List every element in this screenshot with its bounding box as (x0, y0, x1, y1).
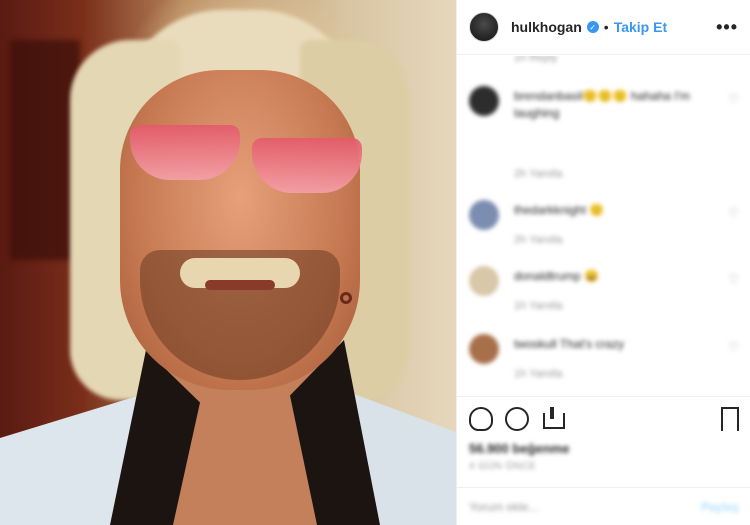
photo-mouth (205, 280, 275, 290)
username-link[interactable]: hulkhogan (511, 19, 582, 35)
comment-input[interactable]: Yorum ekle... (469, 500, 539, 514)
comment-text: thedarkknight 🙂 (514, 203, 605, 217)
comment-avatar[interactable] (469, 200, 499, 230)
profile-avatar[interactable] (469, 12, 499, 42)
comment-like-icon[interactable]: ♡ (728, 92, 739, 106)
more-options-icon[interactable]: ••• (716, 17, 738, 38)
follow-button[interactable]: Takip Et (614, 19, 667, 35)
share-icon[interactable] (541, 407, 565, 431)
action-icons (469, 407, 565, 431)
comment-avatar[interactable] (469, 334, 499, 364)
like-count[interactable]: 56.900 beğenme (469, 441, 569, 456)
comment-text: twoskull That's crazy (514, 337, 625, 351)
comment-icon[interactable] (505, 407, 529, 431)
post-date: 4 GÜN ÖNCE (469, 461, 537, 472)
comment-meta: 1h Reply (514, 56, 558, 64)
earring (340, 292, 352, 304)
post-comment-button[interactable]: Paylaş (701, 500, 739, 514)
comment-text: brendanbasil🙂🙂🙂 hahaha I'm laughing (514, 89, 690, 120)
post-photo[interactable] (0, 0, 456, 525)
sunglasses-lens-right (252, 138, 362, 193)
bookmark-icon[interactable] (721, 407, 739, 431)
add-comment-bar: Yorum ekle... Paylaş (457, 487, 750, 525)
post-sidebar: hulkhogan ✓ • Takip Et ••• 1h Reply bren… (456, 0, 750, 525)
comment-avatar[interactable] (469, 266, 499, 296)
comment-meta: 2h Yanıtla (514, 168, 563, 180)
comment-like-icon[interactable]: ♡ (728, 272, 739, 286)
comment-meta: 2h Yanıtla (514, 234, 563, 246)
verified-badge-icon: ✓ (586, 21, 599, 33)
separator-dot: • (603, 19, 609, 35)
comment-like-icon[interactable]: ♡ (728, 340, 739, 354)
comments-list[interactable]: 1h Reply brendanbasil🙂🙂🙂 hahaha I'm laug… (457, 56, 750, 396)
comment-item: 1h Reply (469, 56, 739, 70)
post-header: hulkhogan ✓ • Takip Et ••• (457, 0, 750, 55)
comment-item: donaldtrump 😄 1h Yanıtla ♡ (469, 266, 739, 321)
comment-item: brendanbasil🙂🙂🙂 hahaha I'm laughing 2h Y… (469, 86, 739, 186)
comment-meta: 1h Yanıtla (514, 368, 563, 380)
comment-avatar[interactable] (469, 86, 499, 116)
comment-like-icon[interactable]: ♡ (728, 206, 739, 220)
comment-item: thedarkknight 🙂 2h Yanıtla ♡ (469, 200, 739, 255)
sunglasses-lens-left (130, 125, 240, 180)
comment-text: donaldtrump 😄 (514, 269, 599, 283)
comment-item: twoskull That's crazy 1h Yanıtla ♡ (469, 334, 739, 389)
post-actions: 56.900 beğenme 4 GÜN ÖNCE Yorum ekle... … (457, 396, 750, 516)
comment-meta: 1h Yanıtla (514, 300, 563, 312)
heart-icon[interactable] (469, 407, 493, 431)
